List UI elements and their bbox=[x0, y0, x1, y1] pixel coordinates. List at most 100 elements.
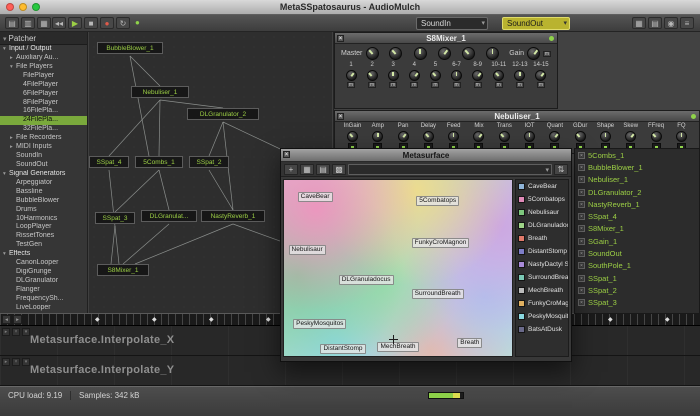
master-knob[interactable] bbox=[366, 47, 379, 60]
channel-level-knob[interactable] bbox=[409, 70, 420, 81]
snapshot-chip[interactable]: SurroundBreath bbox=[412, 289, 464, 299]
snapshot-list-item[interactable]: BatsAtDusk bbox=[516, 323, 568, 336]
palette-item[interactable]: Bassline bbox=[0, 188, 87, 197]
lane-play-icon[interactable]: ▸ bbox=[2, 358, 10, 366]
close-icon[interactable]: × bbox=[283, 151, 290, 158]
patcher-node[interactable]: SSpat_2 bbox=[189, 156, 229, 168]
snapshot-chip[interactable]: PeskyMosquitos bbox=[293, 319, 346, 329]
channel-mute-button[interactable]: m bbox=[410, 82, 418, 88]
timeline-marker[interactable]: ◆ bbox=[608, 316, 613, 323]
channel-level-knob[interactable] bbox=[535, 70, 546, 81]
add-snapshot-button[interactable]: + bbox=[284, 164, 298, 175]
snapshot-chip[interactable]: CaveBear bbox=[298, 192, 333, 202]
palette-item[interactable]: Flanger bbox=[0, 286, 87, 295]
channel-mute-button[interactable]: m bbox=[431, 82, 439, 88]
channel-mute-button[interactable]: m bbox=[537, 82, 545, 88]
lane-collapse-icon[interactable]: ▾ bbox=[22, 358, 30, 366]
channel-level-knob[interactable] bbox=[472, 70, 483, 81]
detail-view-icon[interactable]: ▩ bbox=[332, 164, 346, 175]
expand-box-icon[interactable]: × bbox=[578, 164, 585, 171]
palette-item[interactable]: ▸MIDI Inputs bbox=[0, 143, 87, 152]
aux-knob[interactable] bbox=[486, 47, 499, 60]
contraption-list-item[interactable]: ×NastyReverb_1 bbox=[575, 198, 699, 210]
param-knob[interactable] bbox=[549, 131, 560, 142]
lane-collapse-icon[interactable]: ▾ bbox=[22, 328, 30, 336]
expand-box-icon[interactable]: × bbox=[578, 299, 585, 306]
channel-mute-button[interactable]: m bbox=[474, 82, 482, 88]
param-knob[interactable] bbox=[423, 131, 434, 142]
aux-knob[interactable] bbox=[389, 47, 402, 60]
interpolation-surface[interactable]: CaveBear5CombatopsNebulisaurFunkyCroMagn… bbox=[283, 179, 513, 357]
contraption-list-item[interactable]: ×5Combs_1 bbox=[575, 149, 699, 161]
timeline-marker[interactable]: ◆ bbox=[665, 316, 670, 323]
sort-icon[interactable]: ⇅ bbox=[554, 164, 568, 175]
loop-button[interactable]: ↻ bbox=[116, 17, 130, 29]
palette-item[interactable]: CanonLooper bbox=[0, 259, 87, 268]
snapshot-list-item[interactable]: Nebulisaur bbox=[516, 206, 568, 219]
palette-item[interactable]: 6FilePlayer bbox=[0, 90, 87, 99]
snapshot-chip[interactable]: Nebulisaur bbox=[289, 245, 326, 255]
palette-item[interactable]: 10Harmonics bbox=[0, 215, 87, 224]
palette-item[interactable]: ▾Effects bbox=[0, 250, 87, 259]
snapshot-chip[interactable]: 5Combatops bbox=[416, 196, 459, 206]
palette-item[interactable]: ▾File Players bbox=[0, 63, 87, 72]
timeline-marker[interactable]: ◆ bbox=[152, 316, 157, 323]
snapshot-select[interactable] bbox=[348, 164, 552, 175]
play-button[interactable]: ▶ bbox=[68, 17, 82, 29]
param-knob[interactable] bbox=[575, 131, 586, 142]
param-knob[interactable] bbox=[625, 131, 636, 142]
expand-box-icon[interactable]: × bbox=[578, 189, 585, 196]
expand-box-icon[interactable]: × bbox=[578, 275, 585, 282]
aux-knob[interactable] bbox=[414, 47, 427, 60]
palette-item[interactable]: DigiGrunge bbox=[0, 268, 87, 277]
channel-level-knob[interactable] bbox=[493, 70, 504, 81]
scroll-left-icon[interactable]: ◂ bbox=[2, 315, 11, 324]
param-knob[interactable] bbox=[347, 131, 358, 142]
expand-box-icon[interactable]: × bbox=[578, 250, 585, 257]
menu-icon[interactable]: ≡ bbox=[680, 17, 694, 29]
automation-view-icon[interactable]: ▤ bbox=[648, 17, 662, 29]
palette-item[interactable]: 32FilePla... bbox=[0, 125, 87, 134]
contraption-list-item[interactable]: ×Nebuliser_1 bbox=[575, 174, 699, 186]
snapshot-chip[interactable]: DistantStomp bbox=[320, 344, 365, 354]
contraption-list-item[interactable]: ×SSpat_3 bbox=[575, 297, 699, 309]
channel-mute-button[interactable]: m bbox=[495, 82, 503, 88]
patcher-view-icon[interactable]: ▦ bbox=[632, 17, 646, 29]
palette-item[interactable]: 8FilePlayer bbox=[0, 99, 87, 108]
expand-box-icon[interactable]: × bbox=[578, 287, 585, 294]
palette-item[interactable]: ▾Input / Output bbox=[0, 45, 87, 54]
channel-level-knob[interactable] bbox=[346, 70, 357, 81]
lane-play-icon[interactable]: ▸ bbox=[2, 328, 10, 336]
patcher-node[interactable]: Nebuliser_1 bbox=[131, 86, 189, 98]
channel-mute-button[interactable]: m bbox=[368, 82, 376, 88]
mixer-titlebar[interactable]: × S8Mixer_1 bbox=[335, 33, 557, 44]
snapshot-list-item[interactable]: CaveBear bbox=[516, 180, 568, 193]
snapshot-list-item[interactable]: DLGranuladocus bbox=[516, 219, 568, 232]
expand-box-icon[interactable]: × bbox=[578, 201, 585, 208]
palette-item[interactable]: 16FilePla... bbox=[0, 107, 87, 116]
nebuliser-titlebar[interactable]: × Nebuliser_1 bbox=[335, 111, 699, 122]
contraption-list-item[interactable]: ×SSpat_1 bbox=[575, 272, 699, 284]
param-knob[interactable] bbox=[448, 131, 459, 142]
snapshot-chip[interactable]: MechBreath bbox=[377, 342, 418, 352]
param-knob[interactable] bbox=[398, 131, 409, 142]
contraption-list-item[interactable]: ×BubbleBlower_1 bbox=[575, 161, 699, 173]
contraption-list-item[interactable]: ×SoundOut bbox=[575, 247, 699, 259]
close-icon[interactable]: × bbox=[337, 113, 344, 120]
expand-box-icon[interactable]: × bbox=[578, 152, 585, 159]
palette-item[interactable]: LoopPlayer bbox=[0, 223, 87, 232]
patcher-node[interactable]: DLGranulat... bbox=[141, 210, 197, 222]
channel-mute-button[interactable]: m bbox=[453, 82, 461, 88]
snapshot-list-item[interactable]: FunkyCroMagnon bbox=[516, 297, 568, 310]
expand-box-icon[interactable]: × bbox=[578, 238, 585, 245]
snapshot-icon[interactable]: ◉ bbox=[664, 17, 678, 29]
snapshot-chip[interactable]: DLGranuladocus bbox=[339, 275, 394, 285]
list-view-icon[interactable]: ▤ bbox=[316, 164, 330, 175]
palette-item[interactable]: BubbleBlower bbox=[0, 197, 87, 206]
palette-item[interactable]: ▸File Recorders bbox=[0, 134, 87, 143]
patcher-node[interactable]: S8Mixer_1 bbox=[97, 264, 149, 276]
patcher-node[interactable]: BubbleBlower_1 bbox=[97, 42, 163, 54]
palette-item[interactable]: FrequencySh... bbox=[0, 295, 87, 304]
scroll-right-icon[interactable]: ▸ bbox=[13, 315, 22, 324]
palette-item[interactable]: FilePlayer bbox=[0, 72, 87, 81]
